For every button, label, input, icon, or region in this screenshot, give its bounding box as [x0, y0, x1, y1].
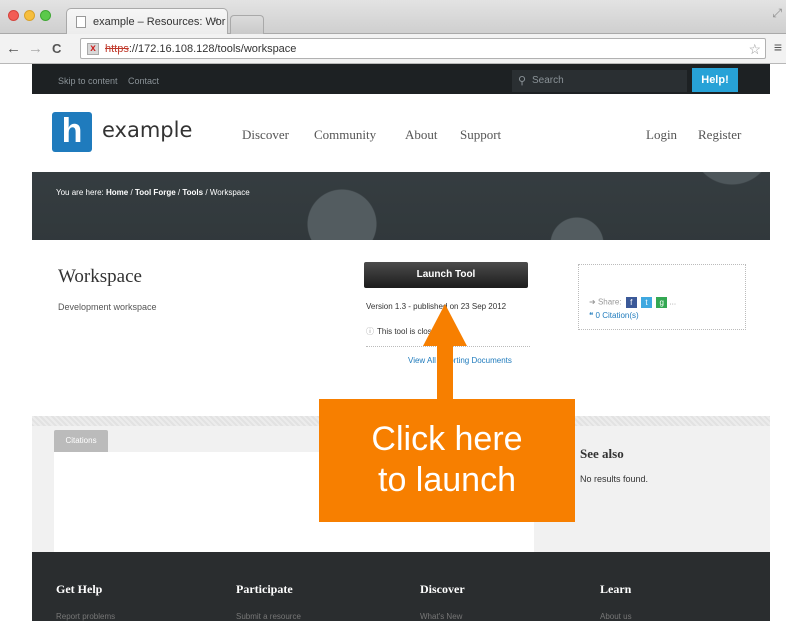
url-path: ://172.16.108.128/tools/workspace: [128, 43, 297, 55]
info-icon: ⓘ: [366, 327, 374, 336]
utility-bar: Skip to content Contact ⚲ Search Help!: [32, 64, 770, 94]
footer-link[interactable]: About us: [600, 612, 632, 621]
search-placeholder: Search: [532, 75, 564, 86]
minimize-window-button[interactable]: [24, 10, 35, 21]
annotation-arrow-head: [423, 304, 467, 346]
browser-tab[interactable]: example – Resources: Wor ×: [66, 8, 228, 35]
nav-community[interactable]: Community: [314, 127, 376, 143]
register-link[interactable]: Register: [698, 127, 741, 143]
site-footer: Get Help Participate Discover Learn Repo…: [32, 552, 770, 621]
footer-link[interactable]: Report problems: [56, 612, 115, 621]
breadcrumb-separator: /: [177, 188, 181, 197]
new-tab-button[interactable]: [230, 15, 264, 34]
share-box: ➜ Share: f t g ... ❝ 0 Citation(s): [578, 264, 746, 330]
search-input[interactable]: ⚲ Search: [512, 70, 687, 92]
footer-link[interactable]: Submit a resource: [236, 612, 301, 621]
tool-card: Workspace Development workspace Launch T…: [32, 240, 770, 416]
bookmark-star-icon[interactable]: ☆: [748, 41, 761, 58]
callout-line-1: Click here: [371, 420, 523, 458]
site-header: h example Discover Community About Suppo…: [32, 94, 770, 172]
logo-text[interactable]: example: [102, 118, 192, 142]
breadcrumb-prefix: You are here:: [56, 188, 104, 197]
breadcrumb-separator: /: [130, 188, 133, 197]
tab-citations[interactable]: Citations: [54, 430, 108, 452]
tab-close-icon[interactable]: ×: [213, 15, 219, 27]
contact-link[interactable]: Contact: [128, 76, 159, 86]
facebook-icon[interactable]: f: [625, 297, 637, 308]
google-icon[interactable]: g: [656, 297, 668, 308]
reload-button[interactable]: C: [52, 41, 61, 56]
skip-to-content-link[interactable]: Skip to content: [58, 76, 118, 86]
breadcrumb-tool-forge[interactable]: Tool Forge: [135, 188, 176, 197]
browser-tabbar: example – Resources: Wor × ⤢: [0, 0, 786, 35]
tab-title: example – Resources: Wor: [93, 16, 226, 28]
page-title: Workspace: [58, 266, 142, 287]
fullscreen-icon[interactable]: ⤢: [772, 6, 782, 21]
see-also-heading: See also: [580, 446, 624, 461]
breadcrumb-tools[interactable]: Tools: [182, 188, 203, 197]
launch-tool-button[interactable]: Launch Tool: [364, 262, 528, 288]
nav-discover[interactable]: Discover: [242, 127, 289, 143]
insecure-lock-icon[interactable]: x: [87, 43, 99, 55]
callout-line-2: to launch: [378, 461, 516, 499]
annotation-arrow-shaft: [437, 344, 453, 400]
annotation-callout: Click here to launch: [319, 399, 575, 522]
see-also-empty: No results found.: [580, 474, 649, 484]
share-arrow-icon: ➜: [589, 297, 596, 307]
breadcrumb: You are here: Home / Tool Forge / Tools …: [56, 188, 250, 197]
help-button[interactable]: Help!: [692, 68, 738, 92]
footer-discover: Discover: [420, 582, 465, 596]
breadcrumb-current: Workspace: [209, 188, 250, 197]
share-label: Share:: [597, 297, 622, 307]
share-row: ➜ Share: f t g ...: [589, 297, 676, 308]
quote-icon: ❝: [589, 311, 594, 320]
citations-link[interactable]: ❝ 0 Citation(s): [589, 311, 639, 320]
browser-menu-icon[interactable]: ≡: [774, 39, 782, 55]
browser-toolbar: ← → C x https://172.16.108.128/tools/wor…: [0, 34, 786, 64]
twitter-icon[interactable]: t: [640, 297, 652, 308]
maximize-window-button[interactable]: [40, 10, 51, 21]
page-subtitle: Development workspace: [58, 302, 157, 312]
login-link[interactable]: Login: [646, 127, 677, 143]
nav-support[interactable]: Support: [460, 127, 501, 143]
website: Skip to content Contact ⚲ Search Help! h…: [32, 64, 770, 621]
back-button[interactable]: ←: [6, 40, 21, 57]
footer-link[interactable]: What's New: [420, 612, 462, 621]
citations-count: 0 Citation(s): [595, 311, 639, 320]
forward-button[interactable]: →: [28, 40, 43, 57]
footer-learn: Learn: [600, 582, 632, 596]
address-bar[interactable]: x https://172.16.108.128/tools/workspace…: [80, 38, 766, 59]
logo-icon[interactable]: h: [52, 112, 92, 152]
view-documents-link[interactable]: View All ...porting Documents: [408, 356, 512, 365]
url-scheme: https: [105, 43, 129, 55]
search-icon: ⚲: [518, 75, 527, 87]
footer-get-help: Get Help: [56, 582, 103, 596]
share-more[interactable]: ...: [669, 298, 676, 307]
breadcrumb-separator: /: [205, 188, 208, 197]
close-window-button[interactable]: [8, 10, 19, 21]
breadcrumb-home[interactable]: Home: [106, 188, 128, 197]
page-icon: [76, 16, 86, 28]
footer-participate: Participate: [236, 582, 293, 596]
nav-about[interactable]: About: [405, 127, 438, 143]
